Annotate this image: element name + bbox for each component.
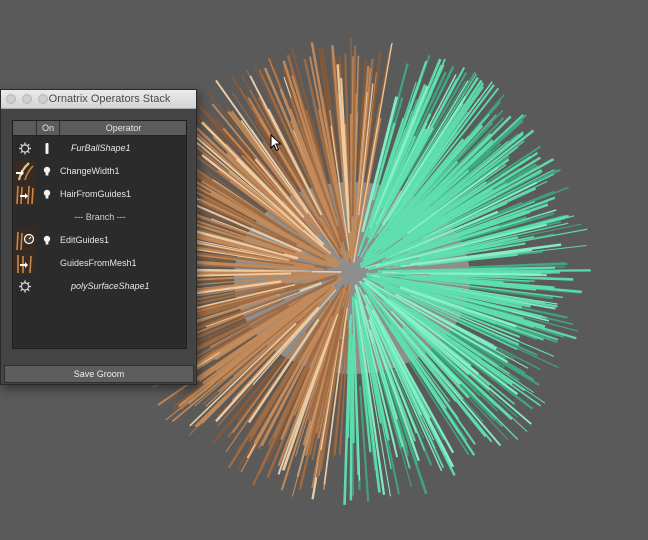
gear-icon: [13, 275, 37, 298]
operator-label: polySurfaceShape1: [71, 281, 150, 291]
mouse-cursor-icon: [270, 133, 282, 157]
change-width-icon: [13, 160, 37, 183]
branch-separator-label: --- Branch ---: [74, 212, 126, 222]
header-operator-column[interactable]: Operator: [60, 121, 187, 135]
bulb-icon[interactable]: [40, 183, 54, 206]
hair-from-guides-icon: [13, 183, 37, 206]
empty-toggle[interactable]: [40, 275, 54, 298]
operator-label: FurBallShape1: [71, 143, 131, 153]
operator-label: ChangeWidth1: [60, 166, 120, 176]
window-title: Ornatrix Operators Stack: [48, 93, 171, 105]
bulb-icon[interactable]: [40, 229, 54, 252]
edit-guides-icon: [13, 229, 37, 252]
operator-list[interactable]: On Operator FurBallShape1 ChangeWidth1 H…: [12, 120, 187, 349]
gear-icon: [13, 137, 37, 160]
operator-label: HairFromGuides1: [60, 189, 132, 199]
operator-label: GuidesFromMesh1: [60, 258, 137, 268]
operators-stack-window: Ornatrix Operators Stack On Operator Fur…: [0, 89, 197, 385]
operator-row-polysurfaceshape[interactable]: polySurfaceShape1: [13, 275, 186, 298]
pin-icon[interactable]: [40, 137, 54, 160]
operator-row-branch-separator: --- Branch ---: [13, 206, 186, 229]
operator-row-changewidth[interactable]: ChangeWidth1: [13, 160, 186, 183]
window-titlebar[interactable]: Ornatrix Operators Stack: [1, 90, 196, 109]
save-groom-button[interactable]: Save Groom: [4, 365, 194, 383]
guides-from-mesh-icon: [13, 252, 37, 275]
empty-toggle[interactable]: [40, 252, 54, 275]
operator-row-hairfromguides[interactable]: HairFromGuides1: [13, 183, 186, 206]
list-header: On Operator: [13, 121, 186, 136]
operator-row-guidesfrommesh[interactable]: GuidesFromMesh1: [13, 252, 186, 275]
bulb-icon[interactable]: [40, 160, 54, 183]
operator-label: EditGuides1: [60, 235, 110, 245]
operator-row-furballshape[interactable]: FurBallShape1: [13, 137, 186, 160]
header-on-column[interactable]: On: [37, 121, 60, 135]
header-icon-column: [13, 121, 37, 135]
operator-row-editguides[interactable]: EditGuides1: [13, 229, 186, 252]
